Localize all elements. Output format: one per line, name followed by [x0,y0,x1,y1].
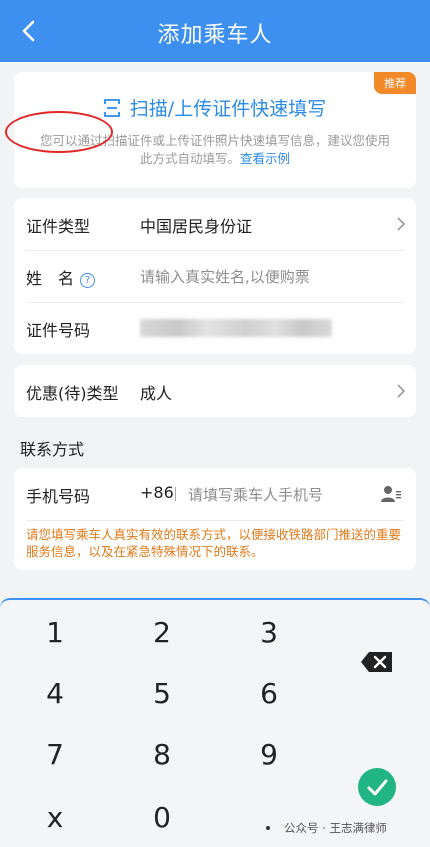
key-8[interactable]: 8 [117,730,207,780]
view-example-link[interactable]: 查看示例 [240,151,290,166]
key-6[interactable]: 6 [224,669,314,719]
backspace-icon[interactable] [360,650,394,674]
discount-type-label: 优惠(待)类型 [26,384,119,403]
name-row: 姓 名? 请输入真实姓名,以便购票 [14,250,416,302]
contact-section-title: 联系方式 [20,440,85,459]
contact-notice: 请您填写乘车人真实有效的联系方式，以便接收铁路部门推送的重要服务信息，以及在紧急… [26,527,402,559]
contact-book-icon[interactable] [380,485,402,503]
key-3[interactable]: 3 [224,608,314,658]
chevron-right-icon [397,384,406,398]
phone-row: 手机号码 +86 请填写乘车人手机号 [14,468,416,520]
contact-card: 手机号码 +86 请填写乘车人手机号 请您填写乘车人真实有效的联系方式，以便接收… [14,468,416,570]
discount-type-row[interactable]: 优惠(待)类型 成人 [14,365,416,417]
passenger-form-card: 证件类型 中国居民身份证 姓 名? 请输入真实姓名,以便购票 证件号码 [14,198,416,354]
id-number-input-blurred[interactable] [140,319,332,337]
key-1[interactable]: 1 [10,608,100,658]
checkmark-icon [367,779,388,796]
phone-label: 手机号码 [26,487,91,506]
header-bar: 添加乘车人 [0,0,430,62]
watermark-dot [266,826,270,830]
page-title: 添加乘车人 [157,23,273,48]
country-code[interactable]: +86 [140,483,174,502]
divider [26,520,404,521]
key-2[interactable]: 2 [117,608,207,658]
key-4[interactable]: 4 [10,669,100,719]
key-0[interactable]: 0 [117,793,207,843]
phone-input[interactable]: 请填写乘车人手机号 [188,484,323,505]
key-x[interactable]: x [10,793,100,843]
scan-icon [103,99,120,117]
id-number-label: 证件号码 [26,321,91,340]
key-5[interactable]: 5 [117,669,207,719]
id-type-value: 中国居民身份证 [140,217,253,236]
id-type-row[interactable]: 证件类型 中国居民身份证 [14,198,416,250]
id-type-label: 证件类型 [26,217,91,236]
scan-title-label: 扫描/上传证件快速填写 [129,98,327,120]
id-number-row: 证件号码 [14,302,416,354]
chevron-right-icon [397,217,406,231]
divider [175,487,176,501]
confirm-button[interactable] [358,768,396,806]
help-icon[interactable]: ? [80,273,96,288]
red-annotation-circle [5,111,113,153]
key-7[interactable]: 7 [10,730,100,780]
name-input[interactable]: 请输入真实姓名,以便购票 [140,266,310,287]
key-9[interactable]: 9 [224,730,314,780]
watermark: 公众号 · 王志满律师 [284,821,387,835]
recommend-badge: 推荐 [374,72,416,94]
name-label: 姓 名? [26,265,96,289]
discount-type-value: 成人 [140,384,173,403]
